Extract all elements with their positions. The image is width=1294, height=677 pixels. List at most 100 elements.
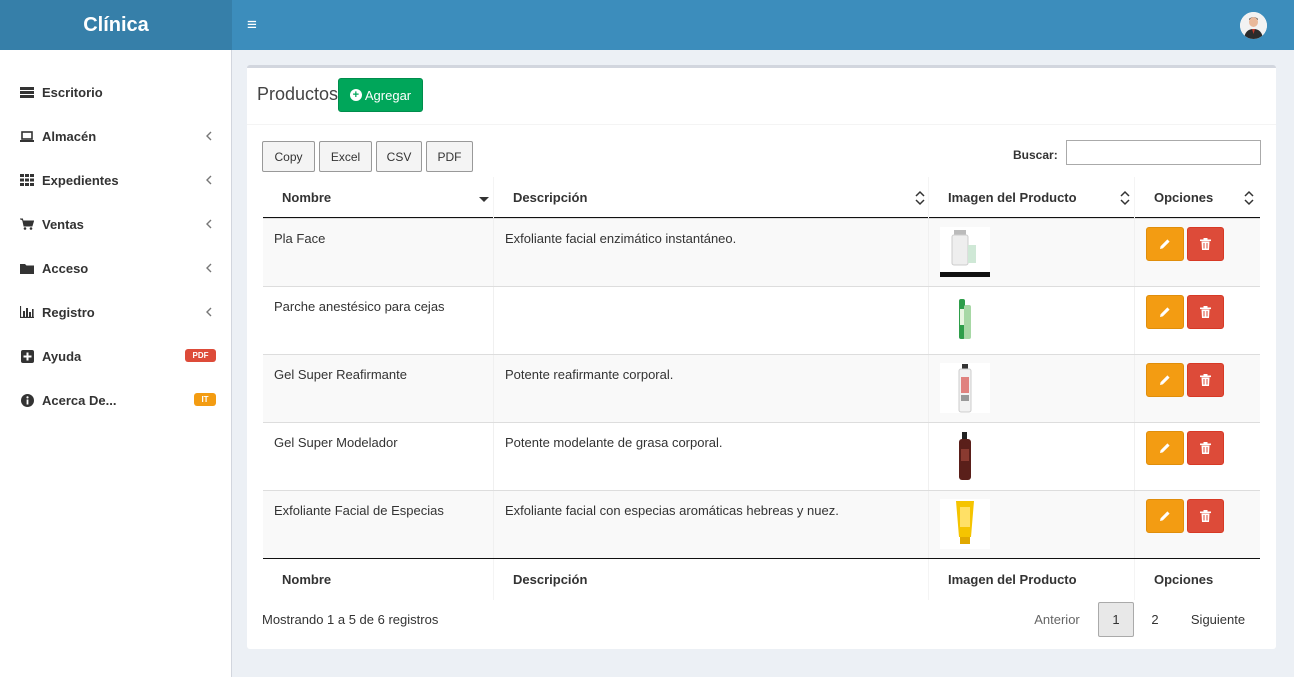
- pdf-button[interactable]: PDF: [426, 141, 473, 172]
- pagination-next[interactable]: Siguiente: [1183, 602, 1253, 637]
- chevron-left-icon: [206, 131, 212, 141]
- delete-button[interactable]: [1187, 499, 1224, 533]
- dashboard-icon: [19, 84, 35, 100]
- sidebar-toggle-icon[interactable]: ≡: [240, 0, 264, 50]
- sidebar-item-acceso[interactable]: Acceso: [0, 246, 231, 290]
- page-title: Productos: [257, 84, 339, 104]
- edit-button[interactable]: [1146, 227, 1184, 261]
- delete-button[interactable]: [1187, 295, 1224, 329]
- sidebar-item-registro[interactable]: Registro: [0, 290, 231, 334]
- actions-cell: [1135, 491, 1260, 558]
- user-avatar[interactable]: [1240, 12, 1267, 39]
- column-header-descripcion[interactable]: Descripción: [494, 177, 929, 218]
- pencil-icon: [1160, 511, 1170, 521]
- delete-button[interactable]: [1187, 431, 1224, 465]
- column-header-label: Imagen del Producto: [948, 190, 1077, 205]
- pagination-page-2[interactable]: 2: [1137, 602, 1173, 637]
- pencil-icon: [1160, 307, 1170, 317]
- table-row: Exfoliante Facial de Especias Exfoliante…: [263, 490, 1260, 558]
- product-name: Pla Face: [263, 219, 494, 286]
- pencil-icon: [1160, 443, 1170, 453]
- plus-square-icon: [19, 348, 35, 364]
- product-name: Exfoliante Facial de Especias: [263, 491, 494, 558]
- grid-icon: [19, 172, 35, 188]
- table-row: Gel Super Modelador Potente modelante de…: [263, 422, 1260, 490]
- sidebar-item-label: Expedientes: [42, 172, 119, 188]
- laptop-icon: [19, 128, 35, 144]
- sidebar-item-acerca-de[interactable]: Acerca De... IT: [0, 378, 231, 422]
- footer-imagen: Imagen del Producto: [929, 559, 1135, 600]
- product-description: [494, 287, 929, 354]
- sidebar-item-almacen[interactable]: Almacén: [0, 114, 231, 158]
- chevron-left-icon: [206, 219, 212, 229]
- sidebar: Escritorio Almacén Expedientes Ventas Ac…: [0, 50, 232, 677]
- it-badge: IT: [194, 393, 216, 406]
- trash-icon: [1200, 306, 1211, 318]
- trash-icon: [1200, 374, 1211, 386]
- box-header: Productos + Agregar: [247, 68, 1276, 125]
- footer-descripcion: Descripción: [494, 559, 929, 600]
- product-image: [940, 499, 990, 549]
- column-header-label: Descripción: [513, 190, 588, 205]
- sidebar-item-escritorio[interactable]: Escritorio: [0, 70, 231, 114]
- product-image-cell: [929, 423, 1135, 490]
- product-description: Potente reafirmante corporal.: [494, 355, 929, 422]
- edit-button[interactable]: [1146, 499, 1184, 533]
- sidebar-item-label: Ventas: [42, 216, 84, 232]
- folder-icon: [19, 260, 35, 276]
- column-header-opciones[interactable]: Opciones: [1135, 177, 1260, 218]
- sidebar-item-label: Escritorio: [42, 84, 103, 100]
- chevron-left-icon: [206, 263, 212, 273]
- product-description: Exfoliante facial con especias aromática…: [494, 491, 929, 558]
- sidebar-item-label: Ayuda: [42, 348, 82, 364]
- edit-button[interactable]: [1146, 363, 1184, 397]
- product-image: [940, 295, 990, 345]
- product-image: [940, 363, 990, 413]
- delete-button[interactable]: [1187, 227, 1224, 261]
- sidebar-item-label: Almacén: [42, 128, 97, 144]
- table-row: Pla Face Exfoliante facial enzimático in…: [263, 218, 1260, 286]
- products-box: Productos + Agregar Copy Excel CSV PDF B…: [247, 65, 1276, 649]
- trash-icon: [1200, 442, 1211, 454]
- pagination-page-1[interactable]: 1: [1098, 602, 1134, 637]
- table-row: Gel Super Reafirmante Potente reafirmant…: [263, 354, 1260, 422]
- csv-button[interactable]: CSV: [376, 141, 422, 172]
- add-product-button[interactable]: + Agregar: [338, 78, 423, 112]
- trash-icon: [1200, 238, 1211, 250]
- product-image-cell: [929, 355, 1135, 422]
- info-circle-icon: [19, 392, 35, 408]
- delete-button[interactable]: [1187, 363, 1224, 397]
- bar-chart-icon: [19, 304, 35, 320]
- search-label: Buscar:: [1013, 148, 1058, 162]
- top-header: Clínica ≡: [0, 0, 1294, 50]
- column-header-nombre[interactable]: Nombre: [263, 177, 494, 218]
- sidebar-item-label: Registro: [42, 304, 95, 320]
- edit-button[interactable]: [1146, 295, 1184, 329]
- footer-nombre: Nombre: [263, 559, 494, 600]
- actions-cell: [1135, 355, 1260, 422]
- product-name: Gel Super Modelador: [263, 423, 494, 490]
- sidebar-item-ayuda[interactable]: Ayuda PDF: [0, 334, 231, 378]
- product-image-cell: [929, 491, 1135, 558]
- excel-button[interactable]: Excel: [319, 141, 372, 172]
- copy-button[interactable]: Copy: [262, 141, 315, 172]
- plus-circle-icon: +: [349, 89, 362, 101]
- edit-button[interactable]: [1146, 431, 1184, 465]
- product-description: Potente modelante de grasa corporal.: [494, 423, 929, 490]
- sidebar-item-expedientes[interactable]: Expedientes: [0, 158, 231, 202]
- pagination-prev[interactable]: Anterior: [1025, 602, 1089, 637]
- column-header-imagen[interactable]: Imagen del Producto: [929, 177, 1135, 218]
- search-input[interactable]: [1066, 140, 1261, 165]
- chevron-left-icon: [206, 175, 212, 185]
- table-info: Mostrando 1 a 5 de 6 registros: [262, 612, 439, 627]
- product-image-cell: [929, 219, 1135, 286]
- table-header-row: Nombre Descripción Imagen del Producto O…: [263, 177, 1260, 218]
- app-logo[interactable]: Clínica: [0, 0, 232, 50]
- table-footer-row: Nombre Descripción Imagen del Producto O…: [263, 558, 1260, 600]
- product-name: Gel Super Reafirmante: [263, 355, 494, 422]
- pencil-icon: [1160, 375, 1170, 385]
- sidebar-item-label: Acerca De...: [42, 392, 117, 408]
- sort-both-icon: [1244, 190, 1254, 206]
- product-image: [940, 227, 990, 277]
- sidebar-item-ventas[interactable]: Ventas: [0, 202, 231, 246]
